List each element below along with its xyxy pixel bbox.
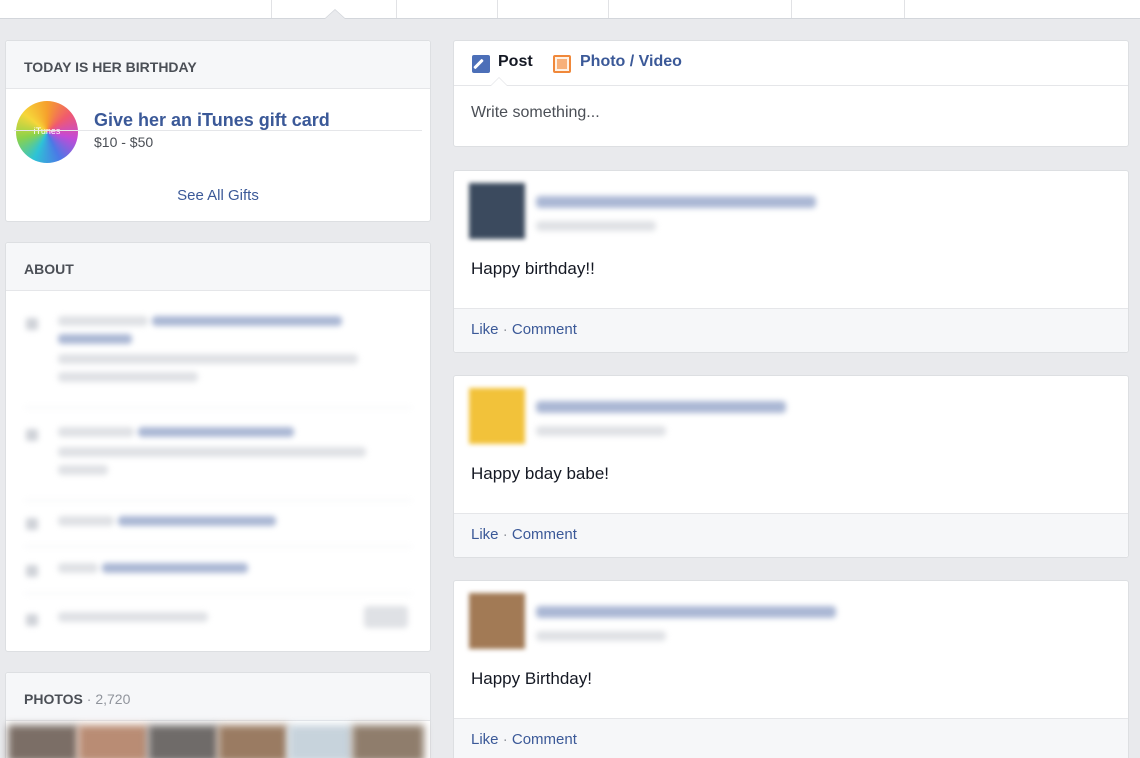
composer-tabs: Post Photo / Video [454,41,1128,86]
blurred-text [58,427,134,437]
birthday-gift-card: TODAY IS HER BIRTHDAY iTunes Give her an… [5,40,431,222]
tab-divider [271,0,272,18]
gift-row[interactable]: iTunes Give her an iTunes gift card $10 … [6,89,430,178]
blurred-button [364,606,408,628]
about-divider [24,546,412,547]
tab-divider [497,0,498,18]
photo-icon [553,55,571,73]
comment-link[interactable]: Comment [512,731,577,748]
photo-thumbnail[interactable] [352,725,424,758]
photo-thumbnail[interactable] [218,725,288,758]
home-icon [26,518,38,530]
location-icon [26,565,38,577]
composer-input[interactable] [471,104,1071,122]
blurred-timestamp [536,426,666,436]
photos-card: PHOTOS · 2,720 [5,672,431,758]
gift-price: $10 - $50 [94,134,154,150]
about-card-header: ABOUT [6,243,430,291]
tab-divider [608,0,609,18]
blurred-author-link [536,606,836,618]
post-message: Happy Birthday! [471,669,592,688]
blurred-link [118,516,276,526]
photos-card-header: PHOTOS · 2,720 [6,673,430,721]
tab-divider [904,0,905,18]
blurred-author-link [536,401,786,413]
post-message: Happy bday babe! [471,464,609,483]
post-author-avatar[interactable] [469,183,525,239]
post-actions: Like · Comment [454,513,1128,557]
itunes-logo-text: iTunes [33,126,61,136]
photos-count: · 2,720 [86,691,131,707]
blurred-text [58,465,108,475]
photo-thumbnail[interactable] [288,725,352,758]
comment-link[interactable]: Comment [512,321,577,338]
like-link[interactable]: Like [471,526,499,543]
blurred-link [138,427,294,437]
about-card: ABOUT [5,242,431,652]
post-message: Happy birthday!! [471,259,595,278]
post-actions: Like · Comment [454,308,1128,352]
gift-divider [14,130,422,131]
blurred-text [58,563,98,573]
tab-divider [791,0,792,18]
blurred-timestamp [536,221,656,231]
photo-thumbnail[interactable] [78,725,148,758]
education-icon [26,429,38,441]
blurred-link [102,563,248,573]
itunes-logo-icon[interactable]: iTunes [16,101,78,163]
blurred-text [58,372,198,382]
post-author-avatar[interactable] [469,388,525,444]
blurred-text [58,612,208,622]
profile-tab-strip [0,0,1140,19]
active-tab-caret [325,10,345,19]
blurred-text [58,316,148,326]
pencil-icon [472,55,490,73]
about-divider [24,593,412,594]
tab-divider [396,0,397,18]
blurred-link [58,334,132,344]
like-link[interactable]: Like [471,321,499,338]
photo-thumbnail[interactable] [8,725,78,758]
wall-post: Happy birthday!! Like · Comment [453,170,1129,353]
blurred-text [58,516,114,526]
wall-post: Happy bday babe! Like · Comment [453,375,1129,558]
post-author-avatar[interactable] [469,593,525,649]
relationship-icon [26,614,38,626]
about-divider [24,500,412,501]
blurred-link [152,316,342,326]
comment-link[interactable]: Comment [512,526,577,543]
active-tab-caret [490,77,508,86]
photo-thumbnail[interactable] [148,725,218,758]
about-details-blurred [6,292,430,648]
blurred-text [58,354,358,364]
photo-thumbnail-strip[interactable] [6,722,430,758]
about-divider [24,407,412,408]
photos-header-label: PHOTOS [24,691,83,707]
action-separator: · [498,526,512,543]
blurred-timestamp [536,631,666,641]
blurred-author-link [536,196,816,208]
photos-count-value: 2,720 [95,691,131,707]
wall-post: Happy Birthday! Like · Comment [453,580,1129,758]
like-link[interactable]: Like [471,731,499,748]
post-actions: Like · Comment [454,718,1128,758]
work-icon [26,318,38,330]
gift-title-link[interactable]: Give her an iTunes gift card [94,110,330,131]
blurred-text [58,447,366,457]
tab-post[interactable]: Post [498,53,533,71]
see-all-gifts-link[interactable]: See All Gifts [6,187,430,204]
action-separator: · [498,731,512,748]
action-separator: · [498,321,512,338]
post-composer: Post Photo / Video [453,40,1129,147]
tab-photo-video[interactable]: Photo / Video [580,53,682,71]
birthday-card-header: TODAY IS HER BIRTHDAY [6,41,430,89]
